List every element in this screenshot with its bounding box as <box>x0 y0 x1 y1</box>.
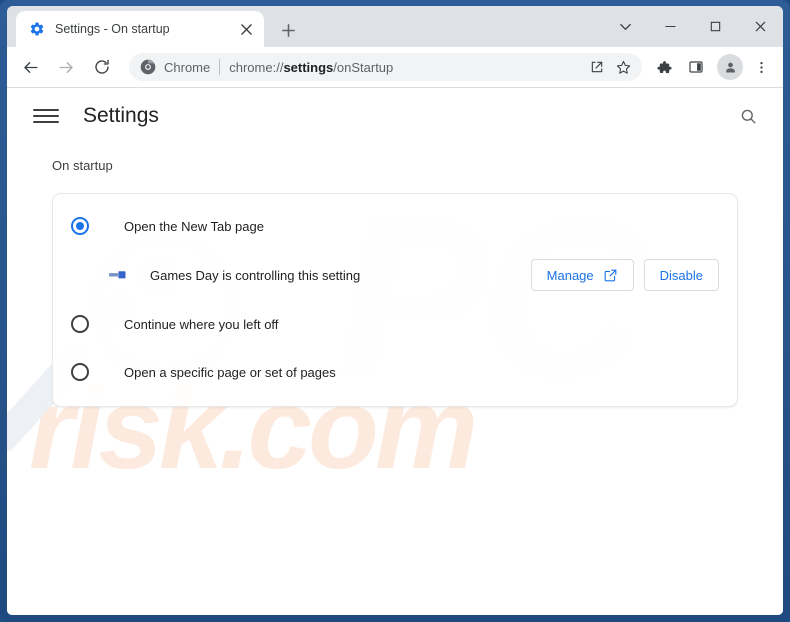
tab-search-chevron-down-icon[interactable] <box>603 6 648 47</box>
startup-option-label: Open the New Tab page <box>124 218 264 234</box>
new-tab-button[interactable] <box>275 17 301 43</box>
disable-button[interactable]: Disable <box>643 259 719 291</box>
omnibox-actions <box>584 54 636 80</box>
disable-button-label: Disable <box>659 267 703 283</box>
startup-option-new-tab[interactable]: Open the New Tab page <box>53 202 737 250</box>
settings-page: PC risk.com Settings <box>7 88 783 615</box>
search-icon[interactable] <box>733 101 763 131</box>
settings-header: Settings <box>7 88 783 144</box>
omnibox-divider <box>219 59 221 75</box>
url-prefix: chrome:// <box>229 59 284 75</box>
url-bold-segment: settings <box>283 59 334 75</box>
tab-strip: Settings - On startup <box>7 6 783 47</box>
settings-gear-icon <box>29 21 45 37</box>
browser-window: Settings - On startup Chrome chrome://se… <box>0 0 790 622</box>
share-icon[interactable] <box>584 54 610 80</box>
startup-option-specific-page[interactable]: Open a specific page or set of pages <box>53 348 737 396</box>
section-label: On startup <box>52 158 113 173</box>
omnibox-site-label: Chrome <box>164 59 211 75</box>
extensions-puzzle-piece-icon[interactable] <box>650 53 678 81</box>
profile-avatar[interactable] <box>717 54 743 80</box>
back-button[interactable] <box>15 52 45 82</box>
controlled-by-extension-text: Games Day is controlling this setting <box>150 267 361 283</box>
startup-option-label: Continue where you left off <box>124 316 279 332</box>
radio-button-selected[interactable] <box>71 217 89 235</box>
startup-option-continue[interactable]: Continue where you left off <box>53 300 737 348</box>
hamburger-menu-icon[interactable] <box>33 103 59 129</box>
window-controls <box>603 6 783 47</box>
page-title: Settings <box>83 104 159 127</box>
tab-close-button[interactable] <box>237 20 256 39</box>
reload-button[interactable] <box>87 52 117 82</box>
manage-button-label: Manage <box>546 267 594 283</box>
browser-toolbar: Chrome chrome://settings/onStartup <box>7 47 783 88</box>
controlled-by-extension-row: Games Day is controlling this setting Ma… <box>53 250 737 300</box>
side-panel-icon[interactable] <box>682 53 710 81</box>
radio-button-unselected[interactable] <box>71 315 89 333</box>
radio-button-unselected[interactable] <box>71 363 89 381</box>
startup-option-label: Open a specific page or set of pages <box>124 364 336 380</box>
open-in-new-icon <box>603 268 618 283</box>
address-bar[interactable]: Chrome chrome://settings/onStartup <box>129 53 642 81</box>
star-icon[interactable] <box>610 54 636 80</box>
startup-options-card: Open the New Tab page Games Day is contr… <box>52 193 738 407</box>
tab-title: Settings - On startup <box>55 22 170 36</box>
tab-settings[interactable]: Settings - On startup <box>16 11 264 47</box>
forward-button[interactable] <box>51 52 81 82</box>
url-suffix: /onStartup <box>333 59 394 75</box>
maximize-button[interactable] <box>693 6 738 47</box>
manage-button[interactable]: Manage <box>530 259 634 291</box>
close-window-button[interactable] <box>738 6 783 47</box>
chrome-logo-icon <box>140 59 156 75</box>
omnibox-url-text: chrome://settings/onStartup <box>229 60 584 75</box>
minimize-button[interactable] <box>648 6 693 47</box>
browser-window-inner: Settings - On startup Chrome chrome://se… <box>7 6 783 615</box>
extension-puzzle-icon <box>108 265 128 285</box>
three-dot-menu-icon[interactable] <box>747 53 775 81</box>
